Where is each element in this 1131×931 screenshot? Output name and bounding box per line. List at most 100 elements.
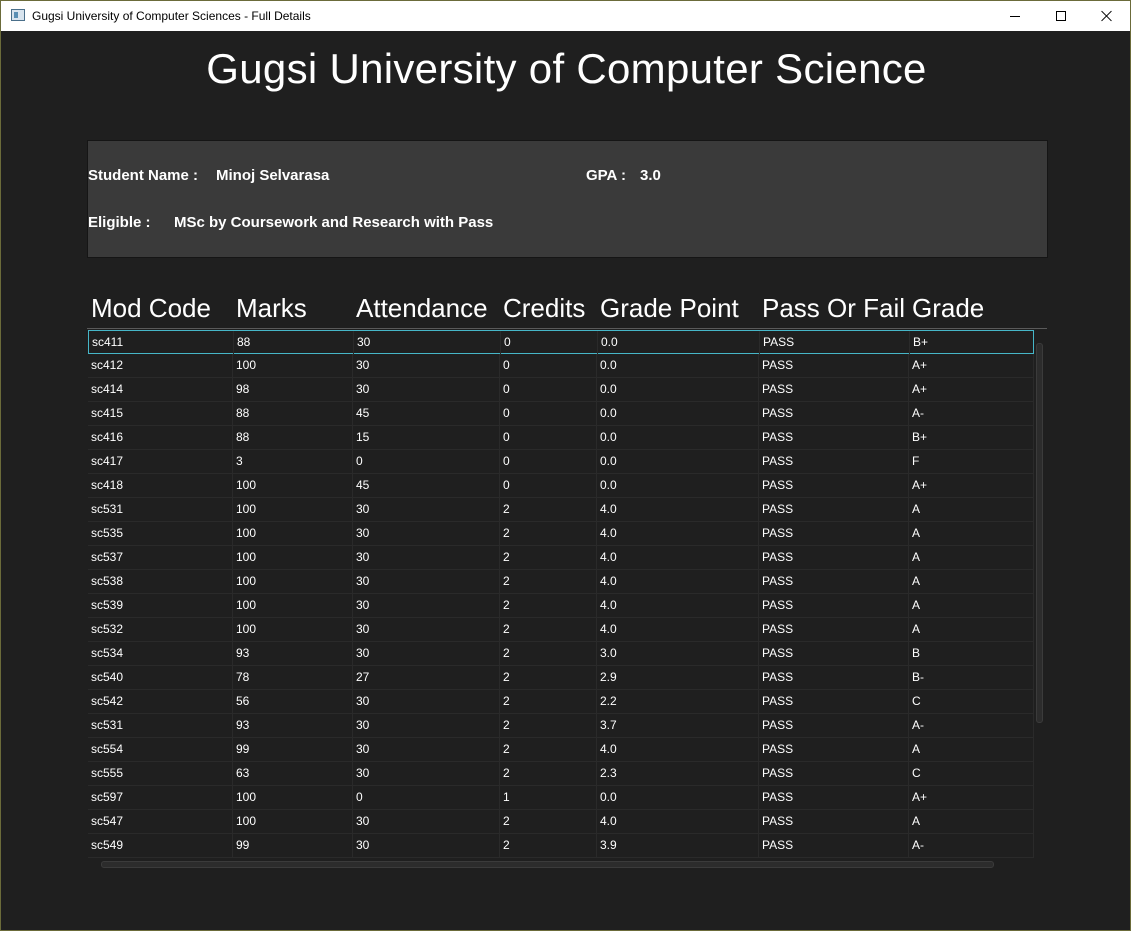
cell-credits[interactable]: 2 xyxy=(500,570,597,594)
cell-grade[interactable]: C xyxy=(909,690,1034,714)
maximize-button[interactable] xyxy=(1038,1,1084,31)
cell-mod-code[interactable]: sc542 xyxy=(88,690,233,714)
cell-attendance[interactable]: 30 xyxy=(353,522,500,546)
cell-mod-code[interactable]: sc531 xyxy=(88,714,233,738)
cell-attendance[interactable]: 30 xyxy=(353,690,500,714)
table-row[interactable]: sc531 93 30 2 3.7 PASS A- xyxy=(88,714,1034,738)
cell-marks[interactable]: 99 xyxy=(233,738,353,762)
column-header-credits[interactable]: Credits xyxy=(503,293,586,329)
cell-mod-code[interactable]: sc547 xyxy=(88,810,233,834)
cell-pass-or-fail[interactable]: PASS xyxy=(759,642,909,666)
cell-credits[interactable]: 2 xyxy=(500,714,597,738)
table-row[interactable]: sc540 78 27 2 2.9 PASS B- xyxy=(88,666,1034,690)
cell-pass-or-fail[interactable]: PASS xyxy=(759,354,909,378)
cell-attendance[interactable]: 27 xyxy=(353,666,500,690)
cell-grade-point[interactable]: 4.0 xyxy=(597,570,759,594)
cell-grade-point[interactable]: 4.0 xyxy=(597,522,759,546)
cell-grade[interactable]: A+ xyxy=(909,474,1034,498)
cell-mod-code[interactable]: sc539 xyxy=(88,594,233,618)
cell-mod-code[interactable]: sc535 xyxy=(88,522,233,546)
table-row[interactable]: sc412 100 30 0 0.0 PASS A+ xyxy=(88,354,1034,378)
cell-grade-point[interactable]: 0.0 xyxy=(598,331,760,355)
cell-grade-point[interactable]: 0.0 xyxy=(597,474,759,498)
table-row[interactable]: sc597 100 0 1 0.0 PASS A+ xyxy=(88,786,1034,810)
table-row[interactable]: sc411 88 30 0 0.0 PASS B+ xyxy=(88,330,1034,355)
table-row[interactable]: sc547 100 30 2 4.0 PASS A xyxy=(88,810,1034,834)
cell-marks[interactable]: 88 xyxy=(234,331,354,355)
cell-grade[interactable]: A- xyxy=(909,714,1034,738)
cell-attendance[interactable]: 30 xyxy=(353,570,500,594)
cell-credits[interactable]: 2 xyxy=(500,834,597,858)
cell-pass-or-fail[interactable]: PASS xyxy=(759,738,909,762)
cell-credits[interactable]: 0 xyxy=(500,402,597,426)
cell-grade-point[interactable]: 4.0 xyxy=(597,738,759,762)
cell-grade[interactable]: A- xyxy=(909,834,1034,858)
cell-pass-or-fail[interactable]: PASS xyxy=(759,546,909,570)
table-row[interactable]: sc535 100 30 2 4.0 PASS A xyxy=(88,522,1034,546)
cell-attendance[interactable]: 45 xyxy=(353,474,500,498)
cell-credits[interactable]: 2 xyxy=(500,618,597,642)
cell-marks[interactable]: 100 xyxy=(233,786,353,810)
cell-credits[interactable]: 2 xyxy=(500,522,597,546)
cell-grade-point[interactable]: 4.0 xyxy=(597,810,759,834)
cell-credits[interactable]: 0 xyxy=(500,378,597,402)
cell-credits[interactable]: 2 xyxy=(500,810,597,834)
cell-mod-code[interactable]: sc555 xyxy=(88,762,233,786)
cell-attendance[interactable]: 0 xyxy=(353,450,500,474)
cell-grade[interactable]: B- xyxy=(909,666,1034,690)
cell-grade[interactable]: A+ xyxy=(909,354,1034,378)
cell-credits[interactable]: 0 xyxy=(500,426,597,450)
cell-attendance[interactable]: 15 xyxy=(353,426,500,450)
column-header-grade[interactable]: Grade xyxy=(912,293,1033,329)
cell-grade[interactable]: A+ xyxy=(909,786,1034,810)
cell-grade[interactable]: A- xyxy=(909,402,1034,426)
cell-mod-code[interactable]: sc415 xyxy=(88,402,233,426)
cell-attendance[interactable]: 30 xyxy=(353,546,500,570)
cell-mod-code[interactable]: sc554 xyxy=(88,738,233,762)
cell-grade-point[interactable]: 0.0 xyxy=(597,378,759,402)
table-row[interactable]: sc555 63 30 2 2.3 PASS C xyxy=(88,762,1034,786)
cell-grade[interactable]: A xyxy=(909,738,1034,762)
column-header-mod-code[interactable]: Mod Code xyxy=(91,293,225,329)
cell-pass-or-fail[interactable]: PASS xyxy=(759,522,909,546)
cell-marks[interactable]: 100 xyxy=(233,474,353,498)
cell-grade-point[interactable]: 3.0 xyxy=(597,642,759,666)
cell-credits[interactable]: 2 xyxy=(500,546,597,570)
column-header-grade-point[interactable]: Grade Point xyxy=(600,293,749,329)
table-row[interactable]: sc542 56 30 2 2.2 PASS C xyxy=(88,690,1034,714)
cell-grade-point[interactable]: 4.0 xyxy=(597,498,759,522)
column-header-marks[interactable]: Marks xyxy=(236,293,343,329)
cell-pass-or-fail[interactable]: PASS xyxy=(759,498,909,522)
cell-pass-or-fail[interactable]: PASS xyxy=(759,426,909,450)
cell-attendance[interactable]: 30 xyxy=(353,762,500,786)
table-row[interactable]: sc415 88 45 0 0.0 PASS A- xyxy=(88,402,1034,426)
cell-mod-code[interactable]: sc418 xyxy=(88,474,233,498)
cell-attendance[interactable]: 0 xyxy=(353,786,500,810)
cell-mod-code[interactable]: sc414 xyxy=(88,378,233,402)
cell-credits[interactable]: 2 xyxy=(500,498,597,522)
cell-grade[interactable]: A xyxy=(909,618,1034,642)
cell-attendance[interactable]: 30 xyxy=(353,594,500,618)
cell-pass-or-fail[interactable]: PASS xyxy=(759,450,909,474)
cell-marks[interactable]: 100 xyxy=(233,498,353,522)
cell-attendance[interactable]: 30 xyxy=(353,714,500,738)
cell-attendance[interactable]: 45 xyxy=(353,402,500,426)
cell-mod-code[interactable]: sc531 xyxy=(88,498,233,522)
cell-mod-code[interactable]: sc538 xyxy=(88,570,233,594)
table-row[interactable]: sc414 98 30 0 0.0 PASS A+ xyxy=(88,378,1034,402)
cell-grade[interactable]: C xyxy=(909,762,1034,786)
cell-credits[interactable]: 0 xyxy=(500,474,597,498)
cell-grade[interactable]: A xyxy=(909,570,1034,594)
column-header-attendance[interactable]: Attendance xyxy=(356,293,491,329)
cell-mod-code[interactable]: sc540 xyxy=(88,666,233,690)
cell-attendance[interactable]: 30 xyxy=(354,331,501,355)
title-bar[interactable]: Gugsi University of Computer Sciences - … xyxy=(1,1,1130,31)
cell-attendance[interactable]: 30 xyxy=(353,810,500,834)
cell-marks[interactable]: 100 xyxy=(233,546,353,570)
cell-grade-point[interactable]: 0.0 xyxy=(597,786,759,810)
cell-attendance[interactable]: 30 xyxy=(353,498,500,522)
cell-attendance[interactable]: 30 xyxy=(353,642,500,666)
cell-pass-or-fail[interactable]: PASS xyxy=(759,474,909,498)
cell-marks[interactable]: 100 xyxy=(233,354,353,378)
cell-mod-code[interactable]: sc532 xyxy=(88,618,233,642)
